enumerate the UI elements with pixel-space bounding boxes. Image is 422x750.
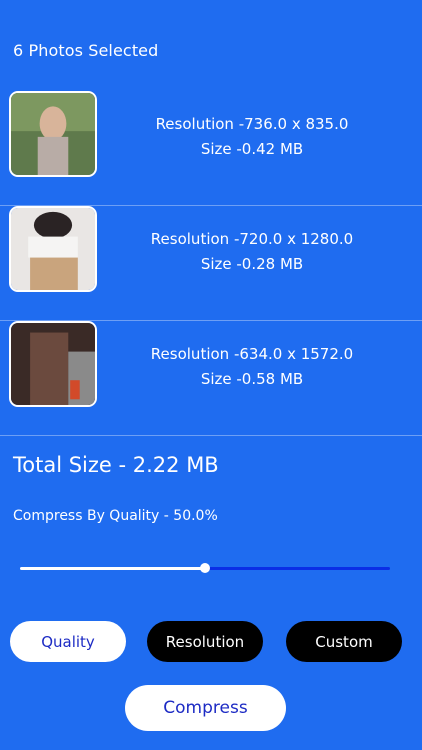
photo-thumbnail-1[interactable] <box>9 91 97 177</box>
photo-thumbnail-icon <box>11 93 95 175</box>
photo-info: Resolution -720.0 x 1280.0 Size -0.28 MB <box>108 227 396 277</box>
resolution-text: Resolution -736.0 x 835.0 <box>155 115 349 133</box>
photo-thumbnail-icon <box>11 323 95 405</box>
size-text: Size -0.58 MB <box>200 370 304 388</box>
quality-slider[interactable] <box>20 562 390 574</box>
slider-thumb[interactable] <box>200 563 210 573</box>
photo-thumbnail-icon <box>11 208 95 290</box>
size-text: Size -0.42 MB <box>200 140 304 158</box>
photos-selected-title: 6 Photos Selected <box>13 41 159 60</box>
slider-track-filled <box>20 567 205 570</box>
photo-list: Resolution -736.0 x 835.0 Size -0.42 MB … <box>0 91 422 436</box>
compress-button[interactable]: Compress <box>125 685 286 731</box>
photo-row[interactable]: Resolution -634.0 x 1572.0 Size -0.58 MB <box>0 321 422 436</box>
photo-row[interactable]: Resolution -720.0 x 1280.0 Size -0.28 MB <box>0 206 422 321</box>
photo-info: Resolution -634.0 x 1572.0 Size -0.58 MB <box>108 342 396 392</box>
size-text: Size -0.28 MB <box>200 255 304 273</box>
photo-info: Resolution -736.0 x 835.0 Size -0.42 MB <box>108 112 396 162</box>
resolution-text: Resolution -720.0 x 1280.0 <box>150 230 354 248</box>
resolution-text: Resolution -634.0 x 1572.0 <box>150 345 354 363</box>
compress-quality-label: Compress By Quality - 50.0% <box>13 508 218 524</box>
total-size: Total Size - 2.22 MB <box>13 453 219 477</box>
resolution-mode-button[interactable]: Resolution <box>147 621 263 662</box>
custom-mode-button[interactable]: Custom <box>286 621 402 662</box>
photo-row[interactable]: Resolution -736.0 x 835.0 Size -0.42 MB <box>0 91 422 206</box>
photo-thumbnail-2[interactable] <box>9 206 97 292</box>
photo-thumbnail-3[interactable] <box>9 321 97 407</box>
quality-mode-button[interactable]: Quality <box>10 621 126 662</box>
slider-track-remaining <box>205 567 390 570</box>
